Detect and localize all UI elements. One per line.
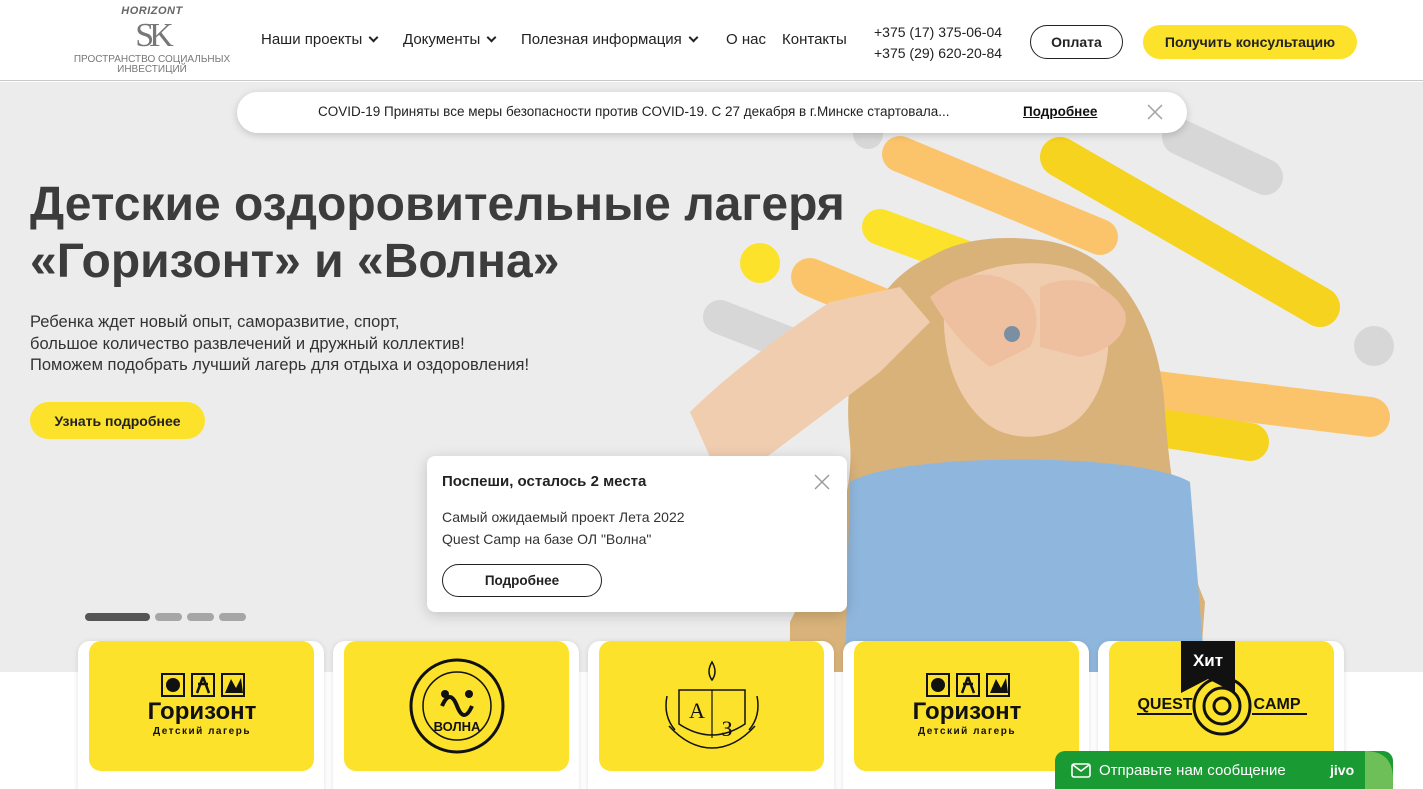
hero-title-line1: Детские оздоровительные лагеря: [30, 178, 845, 231]
consultation-button[interactable]: Получить консультацию: [1143, 25, 1357, 59]
nav-documents-label: Документы: [403, 30, 481, 48]
hero-title: Детские оздоровительные лагеря «Горизонт…: [30, 176, 970, 290]
camp-card-logo: ВОЛНА: [344, 641, 569, 771]
hero-subtitle-line: Поможем подобрать лучший лагерь для отды…: [30, 356, 530, 374]
promo-popup-title: Поспеши, осталось 2 места: [442, 473, 647, 490]
hit-badge: Хит: [1181, 641, 1235, 693]
camp-card-logo: Горизонт Детский лагерь: [854, 641, 1079, 771]
horizont-logo-sub: Детский лагерь: [153, 726, 251, 737]
site-header: HORIZONT SK ПРОСТРАНСТВО СОЦИАЛЬНЫХ ИНВЕ…: [0, 0, 1423, 81]
phone-list: +375 (17) 375-06-04 +375 (29) 620-20-84: [874, 22, 1002, 64]
hit-badge-label: Хит: [1193, 651, 1223, 670]
nav-our-projects-label: Наши проекты: [261, 30, 363, 48]
learn-more-button[interactable]: Узнать подробнее: [30, 402, 205, 439]
camp-card-logo: А З: [599, 641, 824, 771]
quest-camp-logo-left: QUEST: [1137, 696, 1192, 713]
pay-button[interactable]: Оплата: [1030, 25, 1123, 59]
nav-our-projects[interactable]: Наши проекты: [261, 29, 379, 49]
volna-logo-title: ВОЛНА: [433, 719, 480, 734]
nav-useful-info-label: Полезная информация: [521, 30, 682, 48]
hit-badge-shape: Хит: [1181, 641, 1235, 693]
slider-dot-2[interactable]: [155, 613, 182, 621]
covid-banner-more-link[interactable]: Подробнее: [1023, 104, 1097, 119]
camp-card-horizont[interactable]: Горизонт Детский лагерь: [78, 641, 324, 789]
promo-popup: Поспеши, осталось 2 места Самый ожидаемы…: [427, 456, 847, 612]
camp-card-logo: Горизонт Детский лагерь: [89, 641, 314, 771]
az-logo-letter-z: З: [721, 716, 732, 741]
az-logo-letter-a: А: [689, 698, 705, 723]
chevron-down-icon: [486, 32, 497, 42]
chat-brand: jivo: [1330, 762, 1355, 778]
promo-popup-more-button[interactable]: Подробнее: [442, 564, 602, 597]
promo-popup-line: Quest Camp на базе ОЛ "Волна": [442, 531, 652, 547]
chat-widget[interactable]: Отправьте нам сообщение jivo: [1055, 751, 1393, 789]
mail-icon: [1071, 763, 1091, 778]
covid-banner: COVID-19 Приняты все меры безопасности п…: [237, 92, 1187, 133]
horizont-logo-title: Горизонт: [147, 698, 256, 725]
nav-useful-info[interactable]: Полезная информация: [521, 29, 699, 49]
slider-dot-3[interactable]: [187, 613, 214, 621]
hero-title-line2: «Горизонт» и «Волна»: [30, 235, 560, 288]
slider-dot-1[interactable]: [85, 613, 150, 621]
quest-camp-logo-right: CAMP: [1253, 696, 1300, 713]
horizont-logo-title: Горизонт: [912, 698, 1021, 725]
hero-subtitle-line: большое количество развлечений и дружный…: [30, 334, 465, 353]
camp-card-volna[interactable]: ВОЛНА: [333, 641, 579, 789]
close-icon[interactable]: [1146, 103, 1164, 121]
logo-brand: HORIZONT: [121, 5, 183, 17]
logo-tagline-line2: ИНВЕСТИЦИЙ: [117, 64, 187, 75]
nav-about-label: О нас: [726, 30, 766, 48]
covid-banner-text: COVID-19 Приняты все меры безопасности п…: [318, 104, 950, 119]
site-logo[interactable]: HORIZONT SK ПРОСТРАНСТВО СОЦИАЛЬНЫХ ИНВЕ…: [66, 4, 238, 76]
hero-subtitle: Ребенка ждет новый опыт, саморазвитие, с…: [30, 312, 650, 377]
volna-logo: ВОЛНА: [409, 658, 504, 754]
chevron-down-icon: [368, 32, 379, 42]
nav-documents[interactable]: Документы: [403, 29, 497, 49]
hero-subtitle-line: Ребенка ждет новый опыт, саморазвитие, с…: [30, 313, 400, 331]
camp-card-az[interactable]: А З: [588, 641, 834, 789]
promo-popup-body: Самый ожидаемый проект Лета 2022 Quest C…: [442, 506, 685, 550]
logo-tagline: ПРОСТРАНСТВО СОЦИАЛЬНЫХ ИНВЕСТИЦИЙ: [66, 55, 238, 75]
chat-corner-decoration: [1365, 751, 1393, 789]
horizont-logo: Горизонт Детский лагерь: [912, 673, 1021, 737]
promo-popup-line: Самый ожидаемый проект Лета 2022: [442, 509, 685, 525]
slider-pagination: [85, 613, 246, 621]
horizont-logo: Горизонт Детский лагерь: [147, 673, 256, 737]
page: HORIZONT SK ПРОСТРАНСТВО СОЦИАЛЬНЫХ ИНВЕ…: [0, 0, 1423, 789]
chevron-down-icon: [688, 32, 699, 42]
slider-dot-4[interactable]: [219, 613, 246, 621]
logo-monogram: SK: [135, 17, 173, 54]
nav-about[interactable]: О нас: [726, 29, 766, 49]
close-icon[interactable]: [814, 474, 830, 490]
horizont-logo-sub: Детский лагерь: [918, 726, 1016, 737]
nav-contacts[interactable]: Контакты: [782, 29, 847, 49]
nav-contacts-label: Контакты: [782, 30, 847, 48]
chat-widget-label: Отправьте нам сообщение: [1099, 762, 1286, 779]
hero-slider: COVID-19 Приняты все меры безопасности п…: [0, 82, 1423, 672]
phone-link-2[interactable]: +375 (29) 620-20-84: [874, 43, 1002, 64]
camp-card-horizont-2[interactable]: Горизонт Детский лагерь: [843, 641, 1089, 789]
az-logo: А З: [664, 660, 759, 749]
phone-link-1[interactable]: +375 (17) 375-06-04: [874, 22, 1002, 43]
